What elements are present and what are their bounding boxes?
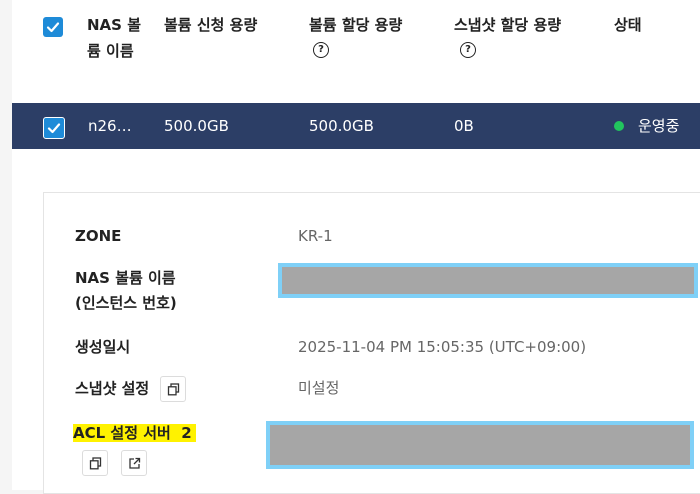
copy-icon xyxy=(168,383,180,396)
select-all-checkbox[interactable] xyxy=(43,17,63,37)
header-allocated-label: 볼륨 할당 용량 xyxy=(309,16,403,34)
copy-icon xyxy=(89,457,102,470)
external-link-icon xyxy=(129,457,141,469)
table-row[interactable]: n26… 500.0GB 500.0GB 0B 운영중 xyxy=(12,103,700,149)
acl-actions xyxy=(82,450,148,476)
acl-server-count: 2 xyxy=(181,424,192,442)
snapshot-setting-value: 미설정 xyxy=(298,379,340,397)
status-label: 운영중 xyxy=(638,117,680,135)
acl-server-text: ACL 설정 서버 xyxy=(73,424,171,442)
header-snapshot-label: 스냅샷 할당 용량 xyxy=(454,16,562,34)
created-label: 생성일시 xyxy=(75,338,131,356)
help-circle-icon[interactable]: ? xyxy=(313,42,329,58)
header-status[interactable]: 상태 xyxy=(614,12,642,38)
cell-status: 운영중 xyxy=(614,103,679,149)
zone-label: ZONE xyxy=(75,227,122,245)
volume-name-label-line1: NAS 볼륨 이름 xyxy=(75,269,176,287)
acl-server-highlight: ACL 설정 서버 2 xyxy=(73,424,196,442)
copy-button[interactable] xyxy=(160,376,187,402)
header-requested-label: 볼륨 신청 용량 xyxy=(164,16,258,34)
cell-allocated-capacity: 500.0GB xyxy=(309,117,374,135)
cell-volume-name: n26… xyxy=(88,117,132,135)
header-snapshot-capacity[interactable]: 스냅샷 할당 용량 ? xyxy=(454,12,561,58)
cell-snapshot-capacity: 0B xyxy=(454,117,474,135)
header-allocated-capacity[interactable]: 볼륨 할당 용량 ? xyxy=(309,12,402,58)
snapshot-setting-label: 스냅샷 설정 xyxy=(75,376,187,402)
check-icon xyxy=(46,22,60,33)
redacted-acl-servers xyxy=(266,421,694,469)
zone-value: KR-1 xyxy=(298,227,333,245)
header-requested-capacity[interactable]: 볼륨 신청 용량 xyxy=(164,12,257,38)
help-circle-icon[interactable]: ? xyxy=(460,42,476,58)
created-value: 2025-11-04 PM 15:05:35 (UTC+09:00) xyxy=(298,338,587,356)
acl-copy-button[interactable] xyxy=(82,450,108,476)
redacted-volume-name xyxy=(278,263,698,298)
header-volume-name[interactable]: NAS 볼륨 이름 xyxy=(87,12,147,64)
table-header: NAS 볼륨 이름 볼륨 신청 용량 볼륨 할당 용량 ? 스냅샷 할당 용량 … xyxy=(12,0,700,103)
snapshot-setting-text: 스냅샷 설정 xyxy=(75,379,150,398)
volume-name-label: NAS 볼륨 이름 (인스턴스 번호) xyxy=(75,266,177,316)
cell-requested-capacity: 500.0GB xyxy=(164,117,229,135)
nas-volume-table: NAS 볼륨 이름 볼륨 신청 용량 볼륨 할당 용량 ? 스냅샷 할당 용량 … xyxy=(12,0,700,494)
left-gutter xyxy=(0,0,12,490)
acl-server-label: ACL 설정 서버 2 xyxy=(73,421,196,446)
status-running-dot xyxy=(614,120,624,131)
volume-detail-panel: ZONE KR-1 NAS 볼륨 이름 (인스턴스 번호) 생성일시 2025-… xyxy=(43,192,700,494)
acl-open-button[interactable] xyxy=(121,450,148,476)
check-icon xyxy=(47,123,61,134)
row-checkbox[interactable] xyxy=(43,117,65,139)
volume-name-label-line2: (인스턴스 번호) xyxy=(75,294,177,312)
